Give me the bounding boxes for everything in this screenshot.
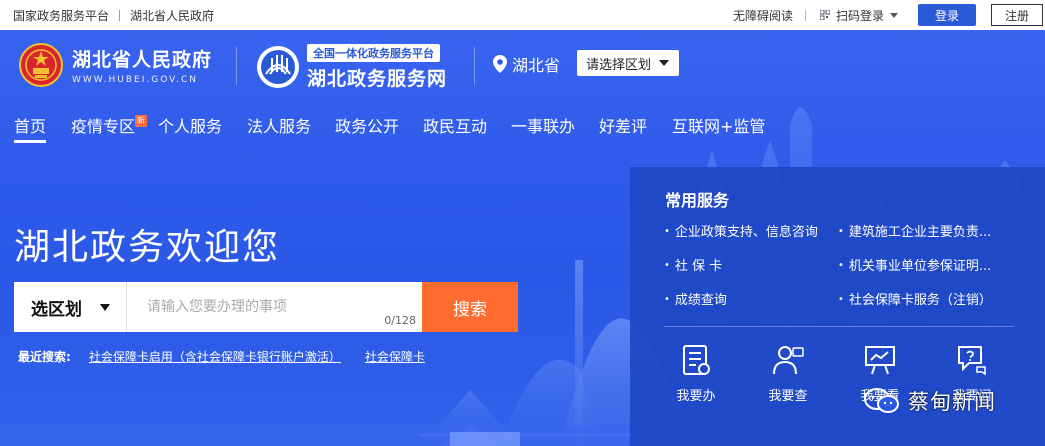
chevron-down-icon	[659, 60, 669, 66]
platform-name: 湖北政务服务网	[307, 68, 448, 90]
qr-login-label: 扫码登录	[835, 8, 884, 23]
quick-action-apply[interactable]: 我要办	[666, 343, 726, 404]
location-pin-icon	[493, 55, 507, 73]
search-scope-dropdown[interactable]: 选区划	[14, 282, 127, 332]
platform-tag: 全国一体化政务服务平台	[307, 44, 440, 62]
nav-internet-supervision[interactable]: 互联网+监管	[672, 113, 765, 143]
region-select-label: 请选择区划	[586, 57, 652, 73]
nav-home[interactable]: 首页	[14, 113, 47, 143]
nav-rating[interactable]: 好差评	[599, 113, 647, 143]
link-hubei-government[interactable]: 湖北省人民政府	[130, 7, 214, 24]
nav-government-affairs[interactable]: 政务公开	[335, 113, 399, 143]
chat-question-icon	[958, 346, 986, 376]
chevron-down-icon	[890, 12, 898, 18]
qr-login-link[interactable]: 扫码登录	[819, 7, 898, 24]
service-link[interactable]: 成绩查询	[664, 289, 727, 308]
region-select-dropdown[interactable]: 请选择区划	[577, 50, 679, 76]
nav-citizen-interaction[interactable]: 政民互动	[423, 113, 487, 143]
nav-corporate-services[interactable]: 法人服务	[247, 113, 311, 143]
service-link[interactable]: 社会保障卡服务（注销）	[838, 289, 992, 308]
nav-one-stop[interactable]: 一事联办	[511, 113, 575, 143]
wechat-icon	[864, 388, 899, 413]
top-bar-links: 国家政务服务平台 湖北省人民政府	[13, 7, 214, 24]
document-handling-icon	[683, 345, 710, 375]
nav-label: 互联网+监管	[672, 117, 766, 136]
recent-searches: 最近搜索: 社会保障卡启用（含社会保障卡银行账户激活） 社会保障卡	[18, 348, 449, 365]
quick-action-label: 我要查	[768, 389, 808, 404]
top-bar: 国家政务服务平台 湖北省人民政府 无障碍阅读 扫码登录 登录 注册	[0, 0, 1045, 30]
search-scope-label: 选区划	[31, 299, 82, 320]
platform-brand[interactable]: 全国一体化政务服务平台 湖北政务服务网	[255, 42, 447, 91]
divider	[664, 326, 1014, 327]
nav-label: 首页	[14, 117, 47, 136]
service-link[interactable]: 机关事业单位参保证明...	[838, 255, 991, 274]
welcome-heading: 湖北政务欢迎您	[14, 227, 281, 268]
top-bar-actions: 无障碍阅读 扫码登录 登录 注册	[733, 0, 1045, 30]
current-region: 湖北省	[493, 52, 560, 76]
qr-code-icon	[819, 10, 830, 20]
divider	[119, 10, 121, 21]
nav-label: 法人服务	[247, 117, 312, 136]
link-national-platform[interactable]: 国家政务服务平台	[13, 7, 109, 24]
search-input-wrapper: 0/128	[127, 282, 422, 332]
service-link[interactable]: 建筑施工企业主要负责...	[838, 221, 991, 240]
divider	[236, 47, 237, 85]
nav-epidemic[interactable]: 疫情专区新	[71, 113, 148, 143]
person-query-icon	[773, 346, 804, 375]
divider	[474, 47, 475, 85]
nav-label: 个人服务	[158, 117, 223, 136]
brand-title: 湖北省人民政府	[72, 49, 213, 71]
nav-label: 政务公开	[335, 117, 400, 136]
wechat-watermark: 蔡甸新闻	[862, 386, 996, 416]
nav-label: 政民互动	[423, 117, 488, 136]
search-button[interactable]: 搜索	[422, 282, 518, 332]
nav-label: 疫情专区	[71, 117, 136, 136]
common-services-title: 常用服务	[665, 191, 730, 210]
recent-searches-label: 最近搜索:	[18, 350, 71, 364]
watermark-text: 蔡甸新闻	[908, 390, 996, 414]
government-brand[interactable]: 湖北省人民政府 WWW.HUBEI.GOV.CN	[18, 42, 212, 88]
chevron-down-icon	[100, 304, 110, 311]
divider	[804, 9, 806, 21]
recent-search-link[interactable]: 社会保障卡	[365, 348, 425, 365]
platform-logo-icon	[257, 45, 299, 88]
search-input[interactable]	[127, 282, 422, 332]
service-link[interactable]: 企业政策支持、信息咨询	[664, 221, 818, 240]
accessibility-link[interactable]: 无障碍阅读	[733, 7, 793, 24]
current-region-label: 湖北省	[512, 56, 561, 75]
nav-label: 一事联办	[511, 117, 576, 136]
quick-action-query[interactable]: 我要查	[758, 343, 818, 404]
national-emblem-icon	[19, 43, 63, 87]
service-link[interactable]: 社 保 卡	[664, 255, 722, 274]
search-bar: 选区划 0/128 搜索	[14, 282, 518, 332]
register-button[interactable]: 注册	[991, 4, 1043, 26]
login-button[interactable]: 登录	[918, 4, 976, 26]
presentation-board-icon	[865, 346, 895, 375]
brand-subtitle: WWW.HUBEI.GOV.CN	[72, 75, 199, 85]
nav-personal-services[interactable]: 个人服务	[158, 113, 222, 143]
quick-action-label: 我要办	[676, 389, 716, 404]
search-char-count: 0/128	[384, 314, 416, 327]
new-badge: 新	[135, 115, 148, 127]
recent-search-link[interactable]: 社会保障卡启用（含社会保障卡银行账户激活）	[89, 348, 341, 365]
nav-label: 好差评	[599, 117, 648, 136]
